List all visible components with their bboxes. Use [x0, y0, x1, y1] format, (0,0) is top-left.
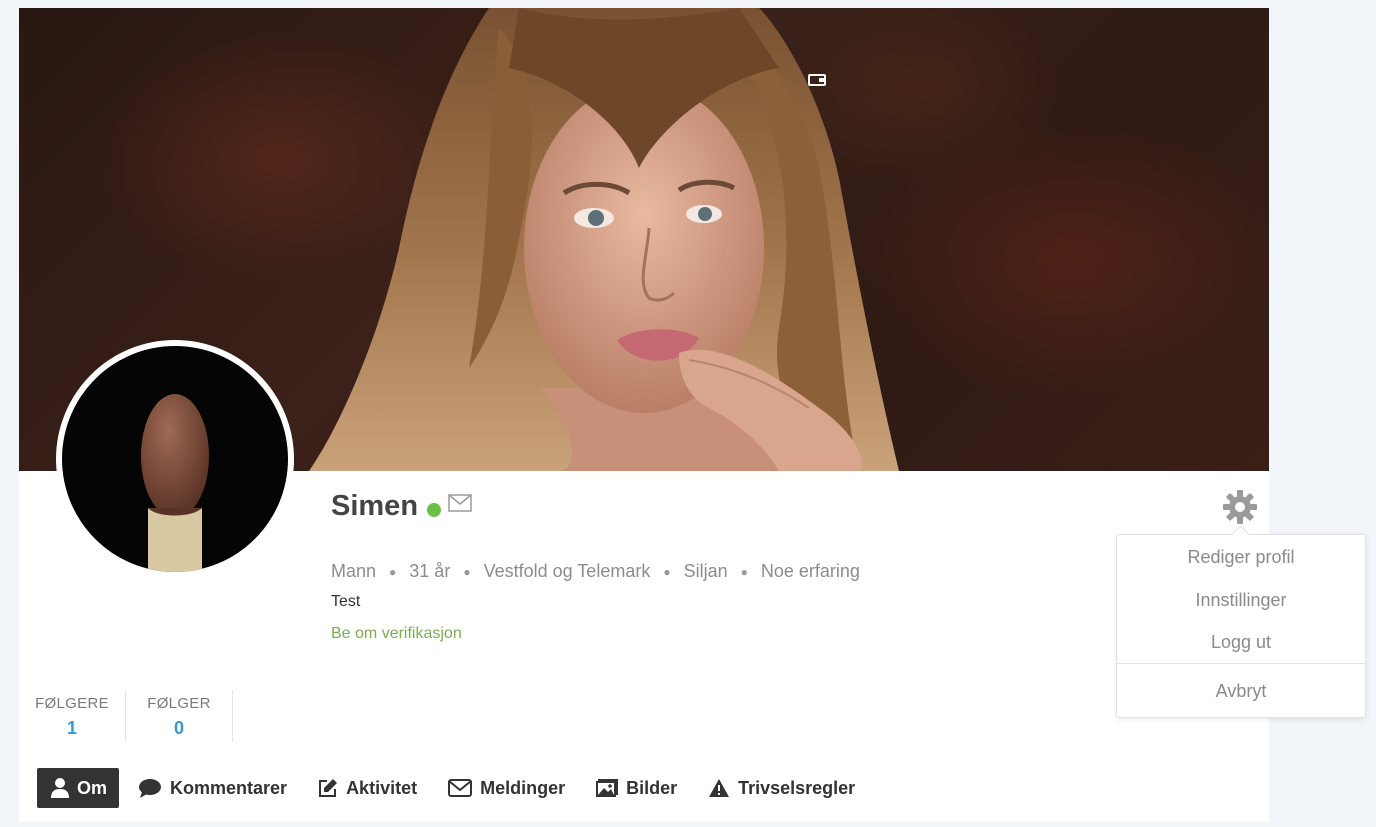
user-icon — [51, 778, 69, 798]
settings-gear-icon[interactable] — [1223, 490, 1257, 529]
following-label: FØLGER — [147, 695, 211, 712]
warning-icon — [709, 779, 730, 797]
profile-bio: Test — [331, 593, 361, 610]
meta-city: Siljan — [683, 561, 728, 581]
followers-label: FØLGERE — [35, 695, 109, 712]
following-stat[interactable]: FØLGER 0 — [126, 690, 233, 742]
tab-label: Trivselsregler — [738, 777, 856, 798]
tab-trivselsregler[interactable]: Trivselsregler — [696, 768, 867, 808]
images-icon — [596, 779, 619, 797]
profile-name: Simen — [331, 490, 419, 522]
avatar[interactable] — [56, 340, 294, 578]
meta-region: Vestfold og Telemark — [483, 561, 651, 581]
settings-dropdown: Rediger profil Innstillinger Logg ut Avb… — [1116, 534, 1366, 718]
speech-bubble-icon — [139, 779, 162, 798]
meta-separator: ● — [663, 564, 671, 579]
tab-kommentarer[interactable]: Kommentarer — [126, 768, 299, 808]
tab-bilder[interactable]: Bilder — [584, 768, 689, 808]
send-message-icon[interactable] — [448, 494, 472, 517]
profile-header: Simen — [331, 490, 472, 523]
menu-divider — [1117, 663, 1365, 664]
tab-label: Om — [77, 777, 108, 798]
request-verification-link[interactable]: Be om verifikasjon — [331, 625, 462, 643]
meta-experience: Noe erfaring — [760, 561, 860, 581]
cancel-menu-item[interactable]: Avbryt — [1117, 681, 1365, 702]
tab-label: Bilder — [626, 777, 678, 798]
followers-count: 1 — [66, 718, 77, 738]
avatar-image — [62, 346, 288, 572]
change-cover-icon[interactable] — [808, 74, 826, 86]
followers-stat[interactable]: FØLGERE 1 — [19, 690, 126, 742]
follow-stats: FØLGERE 1 FØLGER 0 — [19, 690, 233, 742]
meta-age: 31 år — [409, 561, 451, 581]
tab-meldinger[interactable]: Meldinger — [436, 768, 577, 808]
edit-icon — [319, 779, 338, 797]
meta-gender: Mann — [331, 561, 377, 581]
tab-aktivitet[interactable]: Aktivitet — [306, 768, 429, 808]
profile-tabs: Om Kommentarer Aktivitet Meldinger Bilde… — [37, 768, 874, 808]
online-status-indicator — [427, 502, 442, 517]
tab-label: Kommentarer — [170, 777, 288, 798]
tab-om[interactable]: Om — [37, 768, 120, 808]
logout-menu-item[interactable]: Logg ut — [1117, 632, 1365, 653]
profile-card: Simen Mann ● 31 år ● Vestfold og Telemar… — [19, 8, 1269, 822]
meta-separator: ● — [463, 564, 471, 579]
profile-meta: Mann ● 31 år ● Vestfold og Telemark ● Si… — [331, 561, 860, 582]
tab-label: Meldinger — [480, 777, 566, 798]
meta-separator: ● — [740, 564, 748, 579]
tab-label: Aktivitet — [346, 777, 418, 798]
edit-profile-menu-item[interactable]: Rediger profil — [1117, 547, 1365, 568]
envelope-icon — [448, 779, 473, 797]
settings-menu-item[interactable]: Innstillinger — [1117, 590, 1365, 611]
following-count: 0 — [173, 718, 184, 738]
meta-separator: ● — [389, 564, 397, 579]
